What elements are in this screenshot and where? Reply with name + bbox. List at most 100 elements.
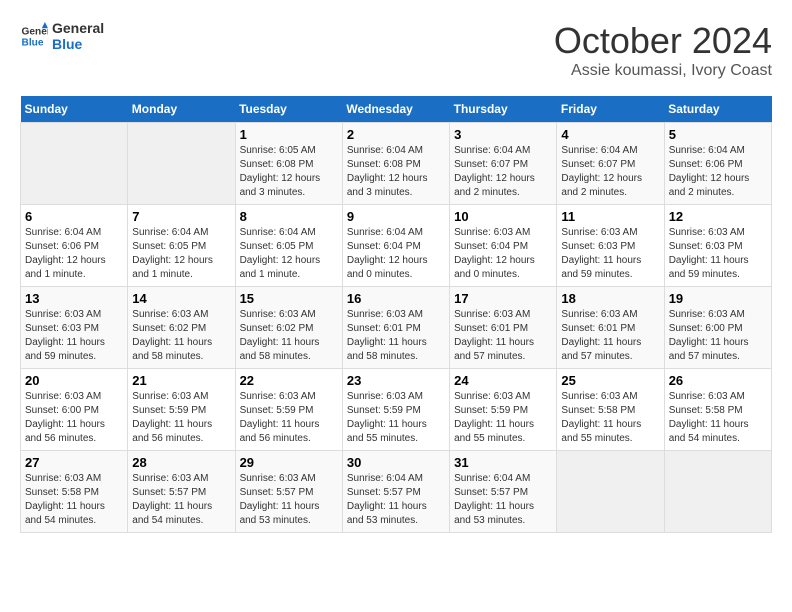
day-info: Sunrise: 6:03 AM Sunset: 5:57 PM Dayligh… [240, 472, 338, 528]
day-number: 1 [240, 127, 338, 142]
day-info: Sunrise: 6:03 AM Sunset: 5:57 PM Dayligh… [132, 472, 230, 528]
day-number: 21 [132, 373, 230, 388]
svg-text:Blue: Blue [22, 37, 44, 48]
day-number: 24 [454, 373, 552, 388]
day-info: Sunrise: 6:03 AM Sunset: 6:01 PM Dayligh… [561, 308, 659, 364]
weekday-header-wednesday: Wednesday [342, 96, 449, 123]
day-info: Sunrise: 6:03 AM Sunset: 6:02 PM Dayligh… [132, 308, 230, 364]
day-info: Sunrise: 6:03 AM Sunset: 5:59 PM Dayligh… [240, 390, 338, 446]
calendar-cell: 23Sunrise: 6:03 AM Sunset: 5:59 PM Dayli… [342, 369, 449, 451]
day-info: Sunrise: 6:04 AM Sunset: 5:57 PM Dayligh… [347, 472, 445, 528]
logo: General Blue General Blue [20, 20, 104, 52]
day-info: Sunrise: 6:04 AM Sunset: 6:06 PM Dayligh… [25, 226, 123, 282]
calendar-cell: 26Sunrise: 6:03 AM Sunset: 5:58 PM Dayli… [664, 369, 771, 451]
day-number: 19 [669, 291, 767, 306]
calendar-cell: 25Sunrise: 6:03 AM Sunset: 5:58 PM Dayli… [557, 369, 664, 451]
day-number: 28 [132, 455, 230, 470]
calendar-cell: 19 Sunrise: 6:03 AM Sunset: 6:00 PM Dayli… [664, 287, 771, 369]
day-info: Sunrise: 6:04 AM Sunset: 6:04 PM Dayligh… [347, 226, 445, 282]
day-info: Sunrise: 6:03 AM Sunset: 6:02 PM Dayligh… [240, 308, 338, 364]
day-number: 23 [347, 373, 445, 388]
day-number: 6 [25, 209, 123, 224]
day-number: 27 [25, 455, 123, 470]
calendar-cell: 13 Sunrise: 6:03 AM Sunset: 6:03 PM Dayli… [21, 287, 128, 369]
day-info: Sunrise: 6:03 AM Sunset: 6:04 PM Dayligh… [454, 226, 552, 282]
calendar-cell [21, 123, 128, 205]
week-row-3: 13 Sunrise: 6:03 AM Sunset: 6:03 PM Dayli… [21, 287, 772, 369]
calendar-cell: 16 Sunrise: 6:03 AM Sunset: 6:01 PM Dayli… [342, 287, 449, 369]
calendar-cell: 11 Sunrise: 6:03 AM Sunset: 6:03 PM Dayli… [557, 205, 664, 287]
day-number: 7 [132, 209, 230, 224]
weekday-header-monday: Monday [128, 96, 235, 123]
day-info: Sunrise: 6:03 AM Sunset: 6:00 PM Dayligh… [669, 308, 767, 364]
day-number: 31 [454, 455, 552, 470]
weekday-header-sunday: Sunday [21, 96, 128, 123]
calendar-cell: 29 Sunrise: 6:03 AM Sunset: 5:57 PM Dayli… [235, 451, 342, 533]
calendar-cell: 4 Sunrise: 6:04 AM Sunset: 6:07 PM Daylig… [557, 123, 664, 205]
calendar-cell: 24 Sunrise: 6:03 AM Sunset: 5:59 PM Dayli… [450, 369, 557, 451]
day-number: 30 [347, 455, 445, 470]
day-number: 16 [347, 291, 445, 306]
calendar-cell [128, 123, 235, 205]
weekday-header-thursday: Thursday [450, 96, 557, 123]
calendar-cell: 17 Sunrise: 6:03 AM Sunset: 6:01 PM Dayli… [450, 287, 557, 369]
day-info: Sunrise: 6:04 AM Sunset: 6:05 PM Dayligh… [132, 226, 230, 282]
day-number: 22 [240, 373, 338, 388]
week-row-4: 20Sunrise: 6:03 AM Sunset: 6:00 PM Dayli… [21, 369, 772, 451]
calendar-cell: 30 Sunrise: 6:04 AM Sunset: 5:57 PM Dayli… [342, 451, 449, 533]
day-number: 17 [454, 291, 552, 306]
day-info: Sunrise: 6:03 AM Sunset: 6:01 PM Dayligh… [454, 308, 552, 364]
calendar-cell: 14 Sunrise: 6:03 AM Sunset: 6:02 PM Dayli… [128, 287, 235, 369]
weekday-header-tuesday: Tuesday [235, 96, 342, 123]
day-info: Sunrise: 6:05 AM Sunset: 6:08 PM Dayligh… [240, 144, 338, 200]
day-info: Sunrise: 6:03 AM Sunset: 6:03 PM Dayligh… [669, 226, 767, 282]
calendar-cell: 18 Sunrise: 6:03 AM Sunset: 6:01 PM Dayli… [557, 287, 664, 369]
calendar-cell: 5 Sunrise: 6:04 AM Sunset: 6:06 PM Daylig… [664, 123, 771, 205]
calendar-table: SundayMondayTuesdayWednesdayThursdayFrid… [20, 96, 772, 533]
calendar-cell: 10 Sunrise: 6:03 AM Sunset: 6:04 PM Dayli… [450, 205, 557, 287]
calendar-cell: 15Sunrise: 6:03 AM Sunset: 6:02 PM Dayli… [235, 287, 342, 369]
page-header: General Blue General Blue October 2024 A… [20, 20, 772, 80]
week-row-2: 6 Sunrise: 6:04 AM Sunset: 6:06 PM Daylig… [21, 205, 772, 287]
day-number: 18 [561, 291, 659, 306]
day-number: 9 [347, 209, 445, 224]
calendar-cell: 3Sunrise: 6:04 AM Sunset: 6:07 PM Daylig… [450, 123, 557, 205]
logo-blue: Blue [52, 36, 104, 52]
calendar-cell: 9 Sunrise: 6:04 AM Sunset: 6:04 PM Daylig… [342, 205, 449, 287]
day-number: 2 [347, 127, 445, 142]
calendar-cell: 8Sunrise: 6:04 AM Sunset: 6:05 PM Daylig… [235, 205, 342, 287]
calendar-cell [557, 451, 664, 533]
day-number: 29 [240, 455, 338, 470]
logo-icon: General Blue [20, 22, 48, 50]
day-info: Sunrise: 6:04 AM Sunset: 6:06 PM Dayligh… [669, 144, 767, 200]
day-number: 11 [561, 209, 659, 224]
day-info: Sunrise: 6:04 AM Sunset: 6:08 PM Dayligh… [347, 144, 445, 200]
weekday-header-saturday: Saturday [664, 96, 771, 123]
day-info: Sunrise: 6:03 AM Sunset: 5:59 PM Dayligh… [454, 390, 552, 446]
day-number: 10 [454, 209, 552, 224]
day-number: 12 [669, 209, 767, 224]
day-info: Sunrise: 6:03 AM Sunset: 6:03 PM Dayligh… [561, 226, 659, 282]
day-info: Sunrise: 6:03 AM Sunset: 5:59 PM Dayligh… [132, 390, 230, 446]
day-info: Sunrise: 6:03 AM Sunset: 5:58 PM Dayligh… [25, 472, 123, 528]
day-info: Sunrise: 6:04 AM Sunset: 5:57 PM Dayligh… [454, 472, 552, 528]
week-row-1: 1 Sunrise: 6:05 AM Sunset: 6:08 PM Daylig… [21, 123, 772, 205]
calendar-cell: 1 Sunrise: 6:05 AM Sunset: 6:08 PM Daylig… [235, 123, 342, 205]
location-title: Assie koumassi, Ivory Coast [554, 62, 772, 80]
day-number: 5 [669, 127, 767, 142]
day-number: 26 [669, 373, 767, 388]
week-row-5: 27 Sunrise: 6:03 AM Sunset: 5:58 PM Dayli… [21, 451, 772, 533]
day-number: 14 [132, 291, 230, 306]
day-info: Sunrise: 6:03 AM Sunset: 6:01 PM Dayligh… [347, 308, 445, 364]
calendar-cell: 20Sunrise: 6:03 AM Sunset: 6:00 PM Dayli… [21, 369, 128, 451]
day-info: Sunrise: 6:04 AM Sunset: 6:05 PM Dayligh… [240, 226, 338, 282]
calendar-cell: 28 Sunrise: 6:03 AM Sunset: 5:57 PM Dayli… [128, 451, 235, 533]
day-info: Sunrise: 6:03 AM Sunset: 6:00 PM Dayligh… [25, 390, 123, 446]
calendar-cell: 12 Sunrise: 6:03 AM Sunset: 6:03 PM Dayli… [664, 205, 771, 287]
day-info: Sunrise: 6:04 AM Sunset: 6:07 PM Dayligh… [561, 144, 659, 200]
calendar-cell: 21 Sunrise: 6:03 AM Sunset: 5:59 PM Dayli… [128, 369, 235, 451]
day-number: 4 [561, 127, 659, 142]
weekday-header-friday: Friday [557, 96, 664, 123]
day-info: Sunrise: 6:03 AM Sunset: 6:03 PM Dayligh… [25, 308, 123, 364]
day-number: 13 [25, 291, 123, 306]
